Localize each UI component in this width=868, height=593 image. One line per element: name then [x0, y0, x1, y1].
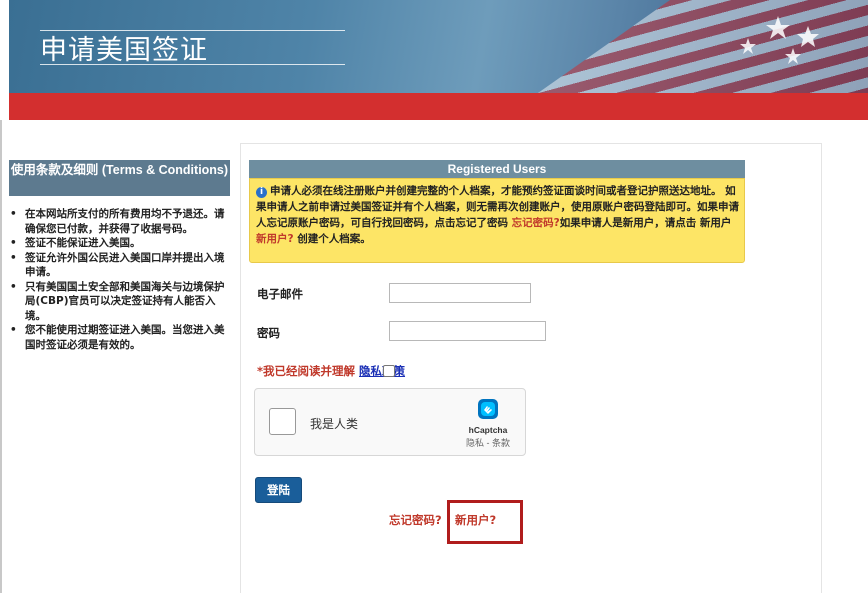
terms-header: 使用条款及细则 (Terms & Conditions) — [9, 160, 230, 196]
notice-newuser-link[interactable]: 新用户? — [256, 233, 294, 245]
forgot-password-link[interactable]: 忘记密码? — [389, 512, 442, 528]
email-label: 电子邮件 — [257, 287, 303, 301]
terms-item: 签证不能保证进入美国。 — [8, 236, 230, 251]
terms-item: 签证允许外国公民进入美国口岸并提出入境申请。 — [8, 251, 230, 280]
password-label: 密码 — [257, 326, 280, 340]
notice-forgot-link[interactable]: 忘记密码? — [512, 217, 560, 229]
captcha-checkbox[interactable] — [269, 408, 296, 435]
captcha-brand: hCaptcha — [468, 425, 508, 435]
email-input[interactable] — [389, 283, 531, 303]
notice-text-2: 如果申请人是新用户，请点击 新用户 — [559, 217, 732, 229]
red-stripe — [9, 93, 868, 120]
info-circle-icon: i — [256, 187, 267, 198]
page-title: 申请美国签证 — [40, 35, 208, 66]
password-input[interactable] — [389, 321, 546, 341]
captcha-links[interactable]: 隐私 - 条款 — [455, 436, 521, 449]
page-frame-line — [0, 120, 2, 593]
terms-item: 您不能使用过期签证进入美国。当您进入美国时签证必须是有效的。 — [8, 323, 230, 352]
new-user-highlight-box — [447, 500, 523, 544]
captcha-label: 我是人类 — [310, 417, 359, 431]
registered-users-header: Registered Users — [249, 160, 745, 178]
terms-item: 只有美国国土安全部和美国海关与边境保护局(CBP)官员可以决定签证持有人能否入境… — [8, 280, 230, 324]
notice-box: i 申请人必须在线注册账户并创建完整的个人档案，才能预约签证面谈时间或者登记护照送… — [249, 178, 745, 263]
banner-line-bottom — [40, 64, 345, 65]
notice-text-3: 创建个人档案。 — [297, 233, 371, 245]
hcaptcha-widget: 我是人类 hCaptcha 隐私 - 条款 — [254, 388, 526, 456]
terms-list: 在本网站所支付的所有费用均不予退还。请确保您已付款，并获得了收据号码。 签证不能… — [8, 207, 230, 352]
agree-label: *我已经阅读并理解 — [257, 364, 356, 378]
login-button[interactable]: 登陆 — [255, 477, 302, 503]
banner: 申请美国签证 — [9, 0, 868, 93]
agree-checkbox[interactable] — [383, 365, 395, 377]
page: 申请美国签证 使用条款及细则 (Terms & Conditions) 在本网站… — [0, 0, 868, 593]
terms-item: 在本网站所支付的所有费用均不予退还。请确保您已付款，并获得了收据号码。 — [8, 207, 230, 236]
star-icon — [740, 16, 819, 64]
hcaptcha-logo-icon — [478, 399, 498, 419]
